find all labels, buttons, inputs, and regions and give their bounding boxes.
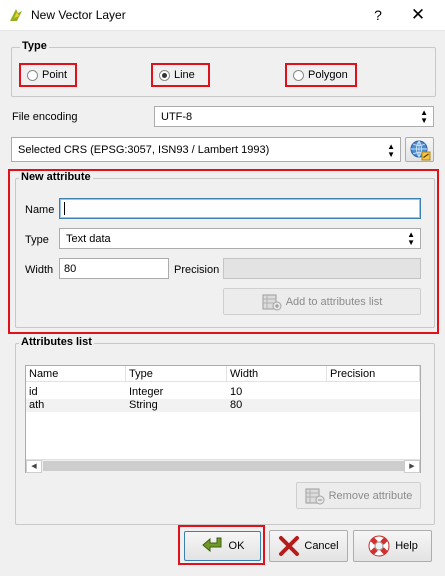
cancel-button[interactable]: Cancel — [269, 530, 348, 562]
radio-line-label: Line — [174, 69, 195, 81]
width-label: Width — [25, 264, 54, 276]
name-label: Name — [25, 204, 55, 216]
table-row[interactable]: ath String 80 — [26, 399, 420, 412]
help-label: Help — [395, 540, 418, 552]
radio-point[interactable]: Point — [19, 63, 77, 87]
attributes-list-title: Attributes list — [19, 336, 94, 348]
row-cell-type: Integer — [129, 386, 164, 398]
scroll-left-icon[interactable]: ◀ — [26, 460, 42, 473]
spin-arrows-icon: ▲ ▼ — [420, 108, 428, 125]
remove-attribute-label: Remove attribute — [328, 489, 413, 502]
scrollbar-thumb[interactable] — [43, 461, 405, 471]
row-cell-width: 80 — [230, 399, 243, 411]
row-cell-name: ath — [29, 399, 45, 411]
ok-arrow-icon — [201, 537, 222, 553]
width-input-value: 80 — [64, 263, 77, 275]
crs-select-button[interactable] — [405, 137, 434, 162]
type-value: Text data — [66, 233, 111, 245]
window-title: New Vector Layer — [31, 8, 126, 22]
file-encoding-label: File encoding — [12, 111, 78, 123]
crs-select[interactable]: Selected CRS (EPSG:3057, ISN93 / Lambert… — [11, 137, 401, 162]
title-close-button[interactable]: ✕ — [404, 5, 432, 25]
cancel-label: Cancel — [304, 540, 339, 552]
column-header-precision[interactable]: Precision — [327, 366, 420, 382]
column-header-name[interactable]: Name — [26, 366, 126, 382]
type-group-title: Type — [20, 40, 49, 52]
add-attribute-icon — [262, 294, 282, 310]
radio-polygon-indicator[interactable] — [293, 69, 304, 81]
remove-attribute-icon — [305, 488, 325, 504]
row-cell-name: id — [29, 386, 38, 398]
ok-label: OK — [228, 540, 245, 552]
scroll-right-icon[interactable]: ▶ — [404, 460, 420, 473]
help-lifebuoy-icon — [368, 535, 390, 557]
file-encoding-value: UTF-8 — [161, 111, 193, 123]
help-button[interactable]: Help — [353, 530, 432, 562]
type-label: Type — [25, 234, 49, 246]
row-cell-type: String — [129, 399, 158, 411]
radio-polygon[interactable]: Polygon — [285, 63, 357, 87]
globe-icon — [410, 140, 430, 160]
attributes-table[interactable]: Name Type Width Precision id Integer 10 … — [25, 365, 421, 473]
precision-input[interactable] — [223, 258, 421, 279]
table-row[interactable]: id Integer 10 — [26, 386, 420, 399]
remove-attribute-button[interactable]: Remove attribute — [296, 482, 421, 509]
cancel-x-icon — [279, 536, 300, 556]
radio-line-indicator[interactable] — [159, 69, 170, 81]
title-bar: New Vector Layer ? ✕ — [0, 0, 445, 31]
qgis-logo-icon — [10, 9, 22, 21]
crs-value: Selected CRS (EPSG:3057, ISN93 / Lambert… — [18, 144, 270, 156]
column-header-type[interactable]: Type — [126, 366, 227, 382]
title-help-button[interactable]: ? — [367, 5, 389, 25]
radio-line[interactable]: Line — [151, 63, 210, 87]
row-cell-width: 10 — [230, 386, 243, 398]
file-encoding-select[interactable]: UTF-8 ▲ ▼ — [154, 106, 434, 127]
add-to-attributes-label: Add to attributes list — [285, 295, 383, 308]
radio-point-label: Point — [42, 69, 68, 81]
ok-button[interactable]: OK — [184, 531, 261, 561]
column-header-width[interactable]: Width — [227, 366, 327, 382]
radio-polygon-label: Polygon — [308, 69, 348, 81]
add-to-attributes-button[interactable]: Add to attributes list — [223, 288, 421, 315]
text-cursor — [64, 202, 65, 215]
type-select[interactable]: Text data ▲ ▼ — [59, 228, 421, 249]
horizontal-scrollbar[interactable]: ◀ ▶ — [26, 459, 420, 473]
width-input[interactable]: 80 — [59, 258, 169, 279]
spin-arrows-icon: ▲ ▼ — [387, 142, 395, 159]
radio-point-indicator[interactable] — [27, 69, 38, 81]
new-attribute-title: New attribute — [19, 171, 93, 183]
name-input[interactable] — [59, 198, 421, 219]
precision-label: Precision — [174, 264, 220, 276]
spin-arrows-icon: ▲ ▼ — [407, 230, 415, 247]
